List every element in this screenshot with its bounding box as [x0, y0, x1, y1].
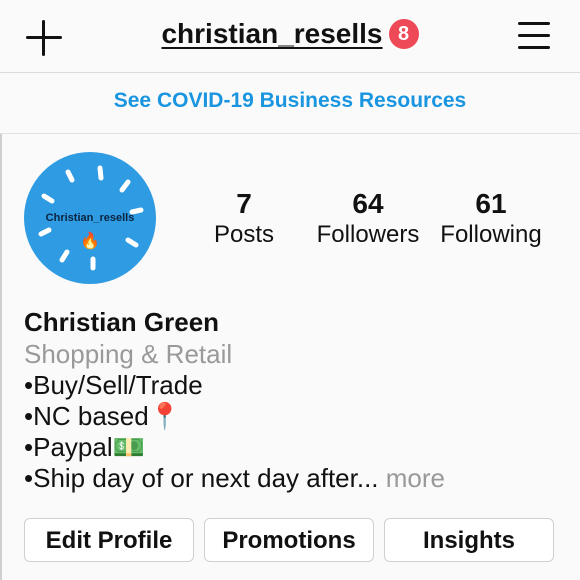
- fire-icon: 🔥: [80, 233, 100, 250]
- covid-resources-link[interactable]: See COVID-19 Business Resources: [114, 89, 467, 113]
- more-link[interactable]: more: [379, 463, 445, 493]
- bio-line-text: •Ship day of or next day after...: [24, 463, 379, 493]
- username-switcher[interactable]: christian_resells: [161, 18, 382, 49]
- bio-line: •Buy/Sell/Trade: [24, 370, 203, 400]
- followers-stat[interactable]: 64 Followers: [308, 188, 428, 250]
- bio-line: •NC based📍: [24, 401, 182, 431]
- following-label: Following: [440, 221, 542, 248]
- menu-line: [518, 22, 550, 25]
- avatar-ray: [41, 193, 55, 204]
- menu-icon[interactable]: [518, 22, 550, 50]
- avatar[interactable]: Christian_resells 🔥: [24, 152, 156, 284]
- avatar-ray: [65, 169, 75, 183]
- bio-line-last: •Ship day of or next day after... more: [24, 463, 564, 494]
- divider: [0, 134, 2, 580]
- username-wrap: christian_resells 8: [0, 18, 580, 50]
- profile-category: Shopping & Retail: [24, 339, 233, 369]
- avatar-ray: [97, 165, 104, 181]
- insights-button[interactable]: Insights: [384, 518, 554, 562]
- covid-banner: See COVID-19 Business Resources: [0, 73, 580, 134]
- followers-label: Followers: [316, 221, 420, 248]
- followers-count: 64: [352, 188, 384, 219]
- posts-count: 7: [236, 188, 252, 219]
- profile-name: Christian Green: [24, 307, 220, 337]
- menu-line: [518, 46, 550, 49]
- bio: Christian Green Shopping & Retail •Buy/S…: [24, 306, 564, 494]
- notification-badge[interactable]: 8: [388, 19, 419, 49]
- avatar-ray: [119, 179, 131, 193]
- avatar-label: Christian_resells: [45, 212, 135, 224]
- posts-label: Posts: [213, 221, 275, 248]
- avatar-ray: [59, 249, 70, 263]
- menu-line: [518, 34, 550, 37]
- bio-line: •Paypal💵: [24, 432, 145, 462]
- promotions-button[interactable]: Promotions: [204, 518, 374, 562]
- edit-profile-button[interactable]: Edit Profile: [24, 518, 194, 562]
- following-stat[interactable]: 61 Following: [431, 188, 551, 250]
- profile-header: christian_resells 8: [0, 0, 580, 73]
- posts-stat[interactable]: 7 Posts: [184, 188, 304, 250]
- following-count: 61: [475, 188, 507, 219]
